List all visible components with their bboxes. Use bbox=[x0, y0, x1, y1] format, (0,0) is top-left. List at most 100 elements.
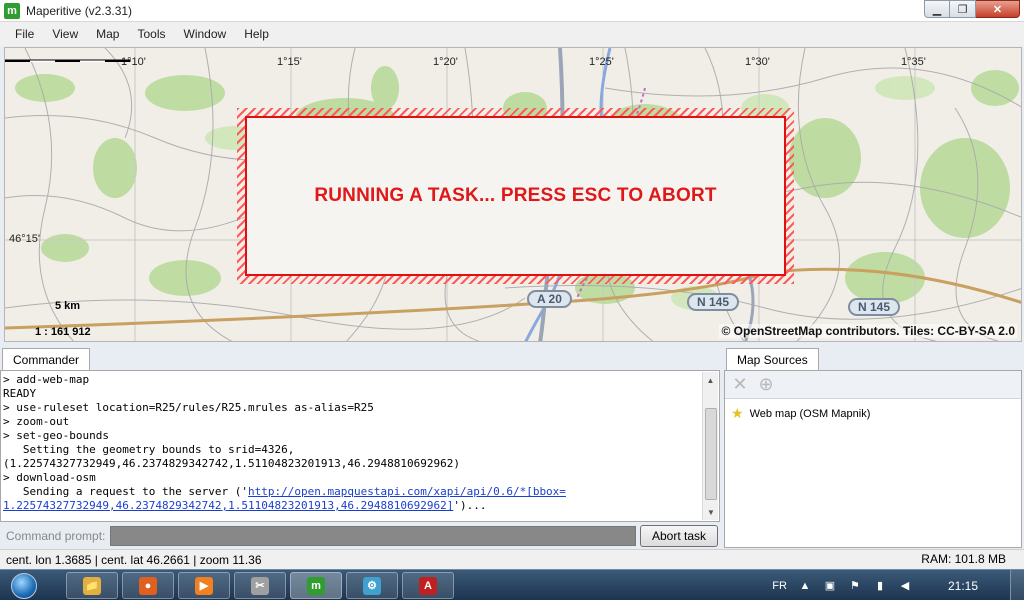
menu-map[interactable]: Map bbox=[87, 27, 128, 41]
map-source-item[interactable]: ★ Web map (OSM Mapnik) bbox=[725, 399, 1021, 428]
system-tray: FR ▲ ▣ ⚑ ▮ ◀ 21:15 bbox=[772, 570, 1024, 600]
command-output-text: READY bbox=[3, 387, 37, 400]
command-output-line: > set-geo-bounds bbox=[3, 429, 703, 443]
menu-view[interactable]: View bbox=[43, 27, 87, 41]
map-source-label: Web map (OSM Mapnik) bbox=[749, 407, 871, 420]
close-button[interactable]: ✕ bbox=[976, 0, 1020, 18]
menu-help[interactable]: Help bbox=[235, 27, 278, 41]
tray-network-icon[interactable]: ▮ bbox=[872, 578, 888, 594]
scroll-up-arrow-icon[interactable]: ▲ bbox=[703, 372, 718, 388]
command-output-text: > add-web-map bbox=[3, 373, 90, 386]
longitude-label: 1°30' bbox=[745, 56, 770, 68]
commander-panel: > add-web-map READY > use-ruleset location… bbox=[0, 370, 720, 522]
tray-volume-icon[interactable]: ◀ bbox=[897, 578, 913, 594]
maximize-button[interactable]: ❐ bbox=[950, 0, 976, 18]
minimize-button[interactable]: ▁ bbox=[924, 0, 950, 18]
command-output-text: (1.22574327732949,46.2374829342742,1.511… bbox=[3, 457, 460, 470]
app-window: m Maperitive (v2.3.31) ▁ ❐ ✕ File View M… bbox=[0, 0, 1024, 600]
command-prompt-row: Command prompt: Abort task bbox=[0, 524, 720, 548]
latitude-label: 46°15' bbox=[9, 233, 40, 245]
command-output-line: > use-ruleset location=R25/rules/R25.mru… bbox=[3, 401, 703, 415]
tab-map-sources[interactable]: Map Sources bbox=[726, 348, 819, 370]
taskbar-app-tool[interactable]: ✂ bbox=[234, 572, 286, 599]
menu-file[interactable]: File bbox=[6, 27, 43, 41]
command-output-line: > zoom-out bbox=[3, 415, 703, 429]
star-icon: ★ bbox=[731, 405, 744, 421]
windows-logo-icon bbox=[11, 572, 37, 599]
remove-icon[interactable]: ✕ bbox=[729, 374, 751, 396]
tool-icon: ✂ bbox=[251, 576, 269, 595]
explorer-icon: 📁 bbox=[83, 576, 101, 595]
scale-label: 5 km bbox=[55, 300, 81, 312]
status-bar: cent. lon 1.3685 | cent. lat 46.2661 | z… bbox=[0, 549, 1024, 569]
taskbar-app-maperitive[interactable]: m bbox=[290, 572, 342, 599]
abort-task-button[interactable]: Abort task bbox=[640, 525, 718, 547]
command-output-line: Setting the geometry bounds to srid=4326… bbox=[3, 443, 703, 457]
command-output-link[interactable]: http://open.mapquestapi.com/xapi/api/0.6… bbox=[248, 485, 566, 498]
map-sources-panel: ✕ ⊕ ★ Web map (OSM Mapnik) bbox=[724, 370, 1022, 548]
taskbar: 📁 ● ▶ ✂ m ⚙ A FR ▲ ▣ ⚑ ▮ ◀ 21:15 bbox=[0, 569, 1024, 600]
map-sources-toolbar: ✕ ⊕ bbox=[725, 371, 1021, 399]
menu-tools[interactable]: Tools bbox=[128, 27, 174, 41]
app-icon: m bbox=[4, 2, 20, 19]
longitude-label: 1°25' bbox=[589, 56, 614, 68]
status-ram: RAM: 101.8 MB bbox=[921, 552, 1006, 566]
window-controls: ▁ ❐ ✕ bbox=[924, 0, 1020, 18]
command-output-line: 1.22574327732949,46.2374829342742,1.5110… bbox=[3, 499, 703, 513]
clock[interactable]: 21:15 bbox=[948, 579, 978, 593]
command-output-line: > add-web-map bbox=[3, 373, 703, 387]
command-prompt-input[interactable] bbox=[110, 526, 636, 546]
tab-commander[interactable]: Commander bbox=[2, 348, 91, 370]
command-prompt-label: Command prompt: bbox=[6, 529, 106, 543]
longitude-label: 1°20' bbox=[433, 56, 458, 68]
maperitive-icon: m bbox=[307, 576, 325, 595]
scale-bar bbox=[5, 59, 131, 62]
tray-flag-icon[interactable]: ⚑ bbox=[847, 578, 863, 594]
command-output-text: > use-ruleset location=R25/rules/R25.mru… bbox=[3, 401, 374, 414]
zoom-to-icon[interactable]: ⊕ bbox=[755, 374, 777, 396]
road-badge-a20: A 20 bbox=[527, 290, 572, 308]
taskbar-app-config[interactable]: ⚙ bbox=[346, 572, 398, 599]
scroll-down-arrow-icon[interactable]: ▼ bbox=[703, 504, 719, 520]
command-output-text: ')... bbox=[453, 499, 487, 512]
task-message: RUNNING A TASK... PRESS ESC TO ABORT bbox=[314, 185, 717, 206]
menu-bar: File View Map Tools Window Help bbox=[0, 22, 1024, 46]
map-view[interactable]: 1°10' 1°15' 1°20' 1°25' 1°30' 1°35' 46°1… bbox=[4, 47, 1022, 342]
command-output-text: > zoom-out bbox=[3, 415, 70, 428]
tray-device-icon[interactable]: ▣ bbox=[822, 578, 838, 594]
longitude-label: 1°15' bbox=[277, 56, 302, 68]
command-output-text: Setting the geometry bounds to srid=4326… bbox=[3, 443, 295, 456]
title-bar: m Maperitive (v2.3.31) ▁ ❐ ✕ bbox=[0, 0, 1024, 22]
config-icon: ⚙ bbox=[363, 576, 381, 595]
taskbar-app-media-player[interactable]: ▶ bbox=[178, 572, 230, 599]
start-button[interactable] bbox=[4, 571, 44, 600]
road-badge-n145: N 145 bbox=[687, 293, 740, 311]
command-output-line: Sending a request to the server ('http:/… bbox=[3, 485, 703, 499]
road-badge-n145: N 145 bbox=[848, 298, 901, 316]
scroll-thumb[interactable] bbox=[705, 408, 717, 500]
window-title: Maperitive (v2.3.31) bbox=[26, 3, 133, 18]
taskbar-app-explorer[interactable]: 📁 bbox=[66, 572, 118, 599]
pdf-reader-icon: A bbox=[419, 576, 437, 595]
command-output-line: (1.22574327732949,46.2374829342742,1.511… bbox=[3, 457, 703, 471]
command-output-text: > set-geo-bounds bbox=[3, 429, 109, 442]
command-output[interactable]: > add-web-map READY > use-ruleset location… bbox=[3, 373, 703, 519]
longitude-label: 1°35' bbox=[901, 56, 926, 68]
map-attribution: © OpenStreetMap contributors. Tiles: CC-… bbox=[719, 324, 1017, 338]
firefox-icon: ● bbox=[139, 576, 157, 595]
language-indicator[interactable]: FR bbox=[772, 580, 787, 592]
command-output-text: > download-osm bbox=[3, 471, 96, 484]
scale-ratio: 1 : 161 912 bbox=[35, 326, 91, 338]
command-output-link[interactable]: 1.22574327732949,46.2374829342742,1.5110… bbox=[3, 499, 453, 512]
taskbar-app-firefox[interactable]: ● bbox=[122, 572, 174, 599]
status-coordinates: cent. lon 1.3685 | cent. lat 46.2661 | z… bbox=[6, 552, 262, 567]
taskbar-app-pdf-reader[interactable]: A bbox=[402, 572, 454, 599]
command-output-text: Sending a request to the server (' bbox=[3, 485, 249, 498]
command-output-line: > download-osm bbox=[3, 471, 703, 485]
command-output-line: READY bbox=[3, 387, 703, 401]
command-output-scrollbar[interactable]: ▲ ▼ bbox=[702, 372, 718, 520]
tray-arrow-icon[interactable]: ▲ bbox=[797, 578, 813, 594]
media-player-icon: ▶ bbox=[195, 576, 213, 595]
show-desktop-button[interactable] bbox=[1010, 570, 1024, 600]
menu-window[interactable]: Window bbox=[175, 27, 236, 41]
